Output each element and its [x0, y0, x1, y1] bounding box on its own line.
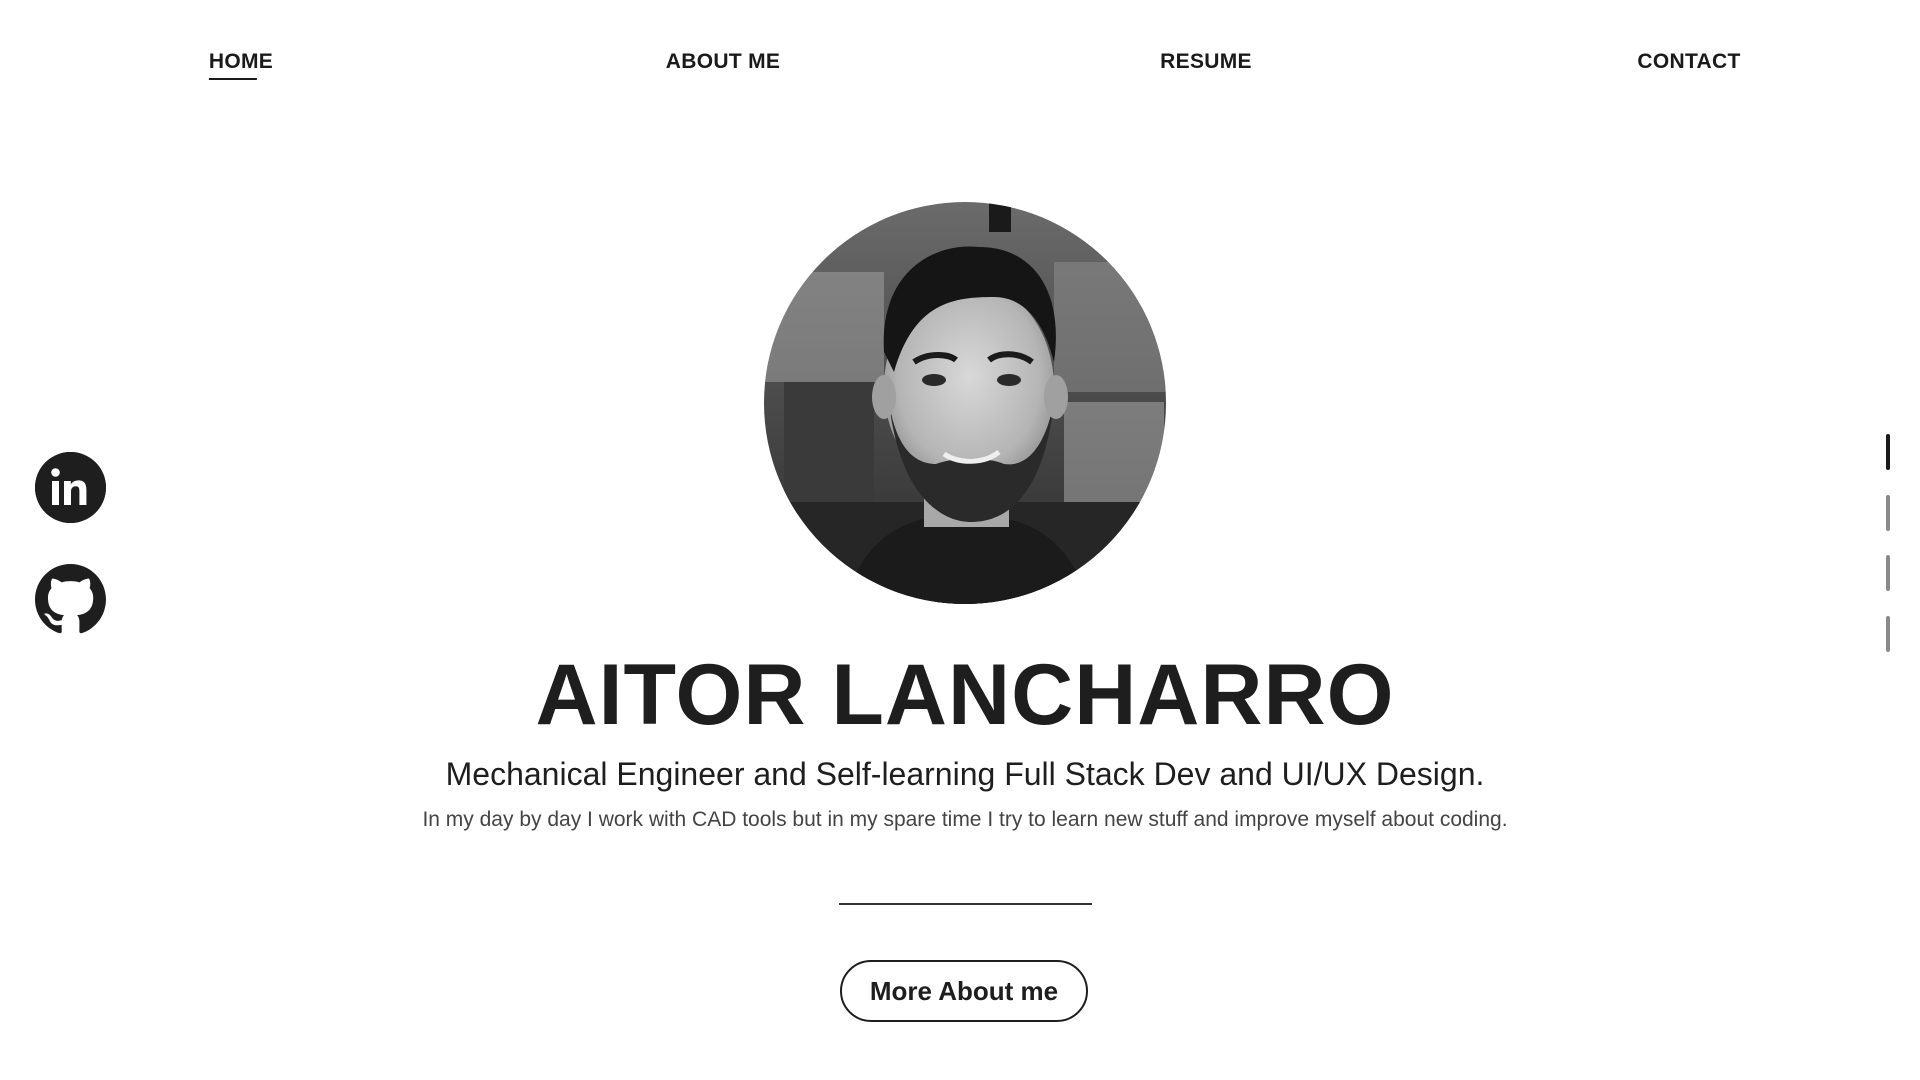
hero-name: AITOR LANCHARRO — [535, 647, 1395, 743]
github-icon — [35, 564, 106, 634]
section-indicator-3[interactable] — [1886, 555, 1890, 591]
hero-description: In my day by day I work with CAD tools b… — [422, 808, 1508, 831]
nav-resume-link[interactable]: RESUME — [1160, 50, 1252, 74]
linkedin-link[interactable] — [35, 452, 106, 523]
main-navigation: HOME ABOUT ME RESUME CONTACT — [0, 0, 1920, 124]
linkedin-icon — [35, 452, 106, 523]
nav-contact-link[interactable]: CONTACT — [1637, 50, 1740, 74]
hero-divider — [839, 903, 1092, 905]
github-link[interactable] — [35, 564, 106, 635]
hero-subtitle: Mechanical Engineer and Self-learning Fu… — [445, 756, 1485, 792]
more-about-me-button[interactable]: More About me — [840, 960, 1088, 1022]
section-indicator-1[interactable] — [1886, 434, 1890, 470]
profile-photo — [764, 202, 1166, 604]
profile-photo-illustration — [764, 202, 1166, 604]
nav-about-me-link[interactable]: ABOUT ME — [666, 50, 780, 74]
nav-home-link[interactable]: HOME — [208, 50, 273, 80]
section-indicator-2[interactable] — [1886, 495, 1890, 531]
